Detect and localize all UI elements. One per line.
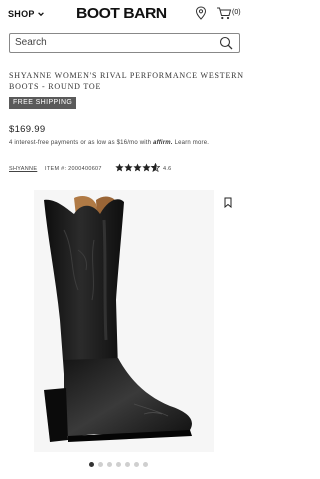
wishlist-bookmark-icon[interactable] <box>224 197 232 208</box>
rating-stars[interactable] <box>115 163 160 172</box>
carousel-dot[interactable] <box>134 462 139 467</box>
product-title: SHYANNE WOMEN'S RIVAL PERFORMANCE WESTER… <box>9 71 244 91</box>
brand-logo[interactable]: BOOT BARN <box>76 5 167 22</box>
chevron-down-icon <box>37 12 44 17</box>
cart-count[interactable]: (0) <box>232 9 241 16</box>
shop-label: SHOP <box>8 9 35 19</box>
cart-icon[interactable] <box>216 6 232 20</box>
site-header: SHOP BOOT BARN (0) <box>0 0 249 30</box>
learn-more-link[interactable]: Learn more. <box>175 140 210 146</box>
star-icon <box>142 163 151 172</box>
product-price: $169.99 <box>9 124 46 135</box>
star-icon <box>133 163 142 172</box>
carousel-dots <box>89 462 148 467</box>
boot-illustration <box>44 196 192 442</box>
carousel-dot[interactable] <box>98 462 103 467</box>
product-image[interactable] <box>34 190 214 452</box>
store-locator-icon[interactable] <box>195 6 207 20</box>
carousel-dot[interactable] <box>116 462 121 467</box>
search-input[interactable]: Search <box>9 33 240 53</box>
rating-value: 4.6 <box>163 166 172 172</box>
star-icon <box>115 163 124 172</box>
carousel-dot[interactable] <box>107 462 112 467</box>
carousel-dot[interactable] <box>143 462 148 467</box>
product-meta: SHYANNE ITEM #: 2000400607 4.6 <box>9 163 244 176</box>
shop-menu-button[interactable]: SHOP <box>8 9 45 19</box>
search-icon[interactable] <box>219 36 233 50</box>
installments-info: 4 interest-free payments or as low as $1… <box>9 139 244 148</box>
brand-link[interactable]: SHYANNE <box>9 166 37 172</box>
installments-text: 4 interest-free payments or as low as $1… <box>9 140 152 146</box>
affirm-logo: affirm. <box>153 140 173 146</box>
carousel-dot[interactable] <box>125 462 130 467</box>
search-placeholder: Search <box>15 37 47 48</box>
free-shipping-badge: FREE SHIPPING <box>9 97 77 109</box>
item-number: ITEM #: 2000400607 <box>45 166 102 172</box>
star-icon <box>124 163 133 172</box>
star-half-icon <box>151 163 160 172</box>
carousel-dot[interactable] <box>89 462 94 467</box>
